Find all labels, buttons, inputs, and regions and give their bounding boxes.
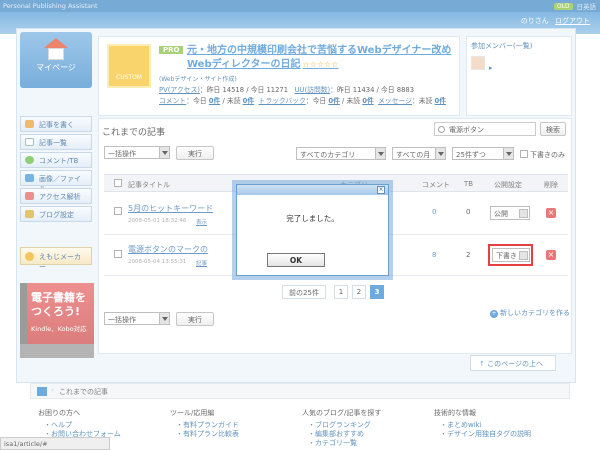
close-icon[interactable]: × [377, 186, 385, 194]
ok-button[interactable]: OK [267, 253, 325, 267]
dialog-message: 完了しました。 [286, 214, 339, 223]
dialog-titlebar: × [237, 185, 388, 195]
completion-dialog: × 完了しました。 OK [236, 184, 389, 276]
